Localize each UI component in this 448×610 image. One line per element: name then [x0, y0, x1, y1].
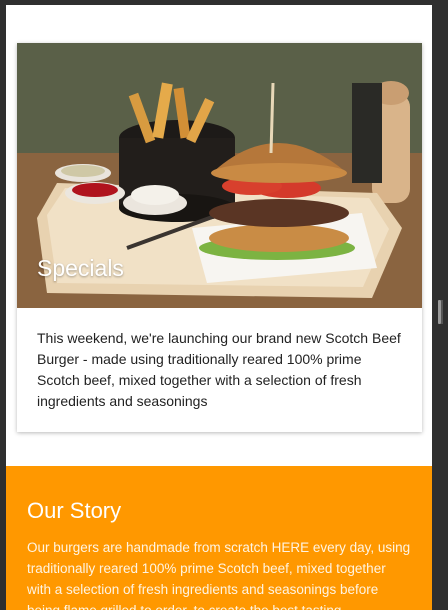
specials-image: Specials	[17, 43, 422, 308]
page: Specials This weekend, we're launching o…	[6, 5, 432, 610]
specials-description: This weekend, we're launching our brand …	[37, 330, 401, 409]
scrollbar-thumb[interactable]	[438, 300, 441, 324]
specials-card: Specials This weekend, we're launching o…	[17, 43, 422, 432]
our-story-description: Our burgers are handmade from scratch HE…	[27, 540, 411, 610]
our-story-title: Our Story	[27, 498, 122, 523]
our-story-section: Our Story Our burgers are handmade from …	[6, 466, 432, 610]
specials-title: Specials	[37, 255, 124, 281]
scrollbar-track[interactable]	[441, 300, 443, 324]
